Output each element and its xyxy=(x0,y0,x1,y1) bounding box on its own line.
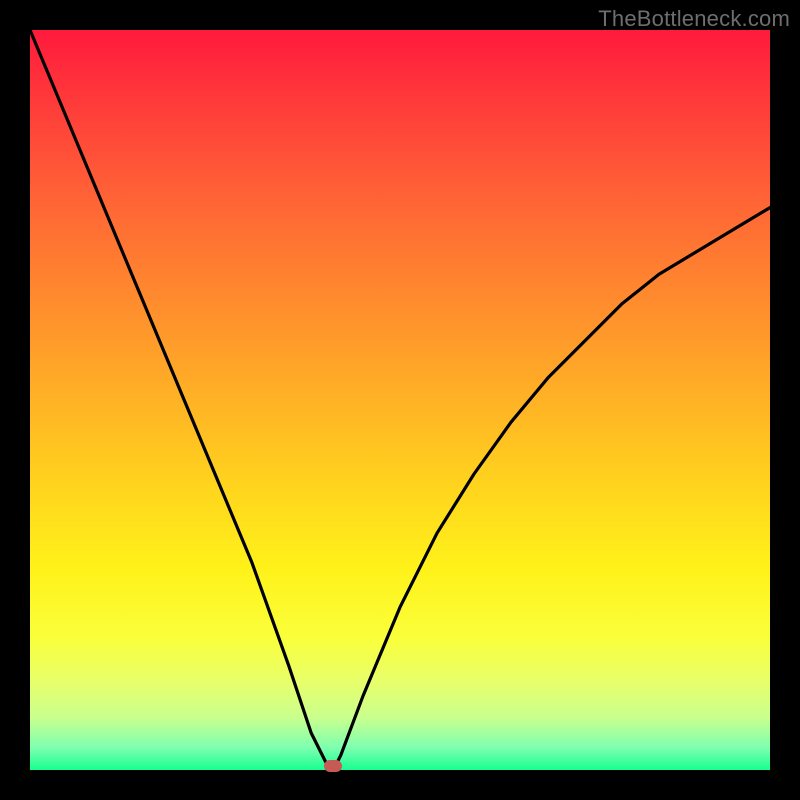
optimal-point-marker xyxy=(324,760,342,772)
bottleneck-curve xyxy=(30,30,770,770)
watermark-text: TheBottleneck.com xyxy=(598,6,790,32)
chart-plot-area xyxy=(30,30,770,770)
curve-path xyxy=(30,30,770,770)
